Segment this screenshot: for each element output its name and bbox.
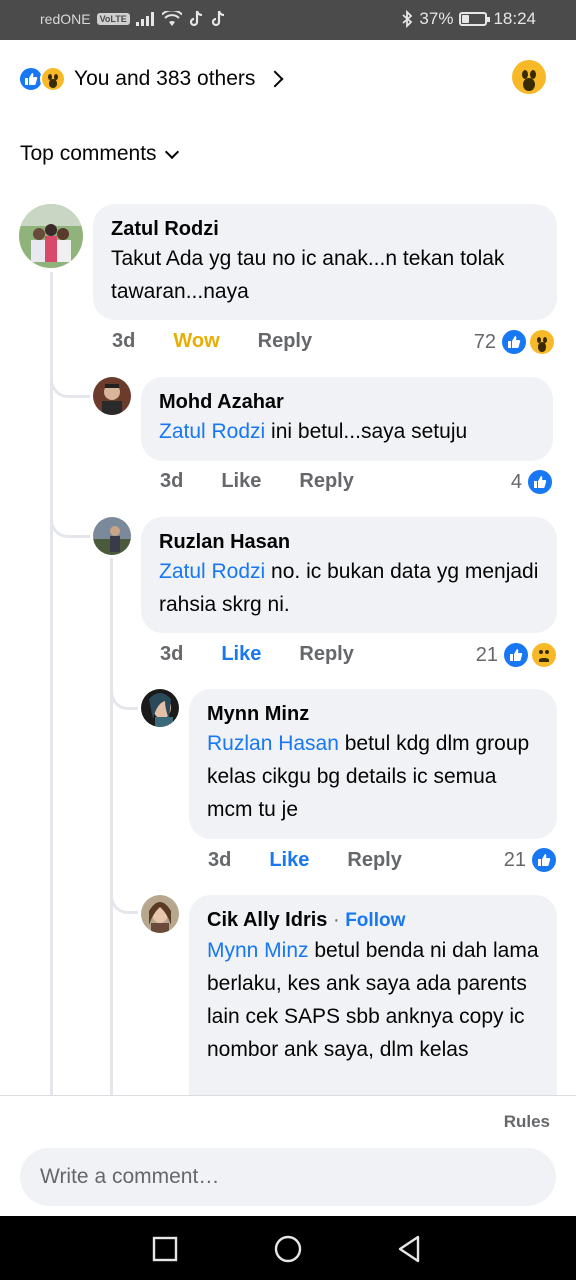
carrier-name: redONE <box>40 11 91 27</box>
recent-apps-icon[interactable] <box>152 1236 178 1262</box>
reaction-count-value: 21 <box>503 848 526 871</box>
rules-link[interactable]: Rules <box>504 1112 550 1132</box>
react-button[interactable]: Wow <box>173 330 219 353</box>
comment-actions: 3d Wow Reply <box>112 330 312 353</box>
thread-line-main <box>50 272 53 1095</box>
like-reaction-icon <box>530 846 558 874</box>
clock: 18:24 <box>493 9 536 28</box>
comment-actions: 3d Like Reply <box>208 849 402 872</box>
reply-button[interactable]: Reply <box>258 330 312 353</box>
follow-button[interactable]: Follow <box>345 910 405 931</box>
wow-reaction-icon <box>528 328 556 356</box>
comment-text: ini betul...saya setuju <box>265 420 468 443</box>
comment-author[interactable]: Ruzlan Hasan <box>159 529 539 555</box>
comment-input[interactable] <box>20 1148 556 1206</box>
reaction-count[interactable]: 21 <box>476 641 558 669</box>
reaction-icons <box>18 66 66 92</box>
comment-text: Takut Ada yg tau no ic anak...n tekan to… <box>111 247 505 303</box>
thread-connector <box>50 360 90 398</box>
mention-link[interactable]: Ruzlan Hasan <box>207 732 339 755</box>
reaction-count[interactable]: 4 <box>511 468 554 496</box>
avatar[interactable] <box>93 377 131 415</box>
reactions-count-label: You and 383 others <box>74 67 256 90</box>
chevron-down-icon <box>164 144 179 159</box>
status-right: 37% 18:24 <box>401 9 536 29</box>
reaction-count-value: 72 <box>473 330 496 353</box>
back-icon[interactable] <box>396 1234 422 1264</box>
sad-reaction-icon <box>530 641 558 669</box>
separator: · <box>327 909 346 931</box>
reply-button[interactable]: Reply <box>299 470 353 493</box>
mention-link[interactable]: Mynn Minz <box>207 939 309 962</box>
sort-label: Top comments <box>20 142 157 165</box>
comment-author[interactable]: Cik Ally Idris <box>207 909 327 931</box>
thread-connector <box>50 500 90 538</box>
like-reaction-icon <box>500 328 528 356</box>
battery-icon <box>459 12 491 26</box>
comment-author[interactable]: Zatul Rodzi <box>111 216 539 242</box>
tiktok-icon <box>189 10 202 27</box>
volte-badge: VoLTE <box>96 13 130 25</box>
like-button[interactable]: Like <box>269 849 309 872</box>
comment-time[interactable]: 3d <box>208 849 231 872</box>
comment-author[interactable]: Mohd Azahar <box>159 389 535 415</box>
sort-dropdown[interactable]: Top comments <box>20 142 179 166</box>
mention-link[interactable]: Zatul Rodzi <box>159 560 265 583</box>
avatar[interactable] <box>19 204 83 268</box>
comment-header: Cik Ally Idris · Follow <box>207 907 539 934</box>
thread-line-nested <box>110 558 113 1095</box>
comment-bubble[interactable]: Mynn Minz Ruzlan Hasan betul kdg dlm gro… <box>189 689 557 839</box>
comment-author[interactable]: Mynn Minz <box>207 701 539 727</box>
like-button[interactable]: Like <box>221 643 261 666</box>
system-nav-bar <box>0 1216 576 1280</box>
home-icon[interactable] <box>273 1234 303 1264</box>
comment-composer: Rules <box>0 1095 576 1216</box>
tiktok-icon <box>211 10 224 27</box>
avatar[interactable] <box>141 895 179 933</box>
signal-icon <box>135 12 154 26</box>
reactions-summary[interactable]: You and 383 others <box>18 60 558 96</box>
thread-connector <box>110 876 138 914</box>
comment-time[interactable]: 3d <box>160 470 183 493</box>
wow-reaction-icon <box>40 66 66 92</box>
avatar[interactable] <box>141 689 179 727</box>
comment-time[interactable]: 3d <box>160 643 183 666</box>
status-left: redONE VoLTE <box>40 10 226 28</box>
status-bar: redONE VoLTE 37% 18:24 <box>0 0 576 40</box>
like-button[interactable]: Like <box>221 470 261 493</box>
comment-actions: 3d Like Reply <box>160 470 354 493</box>
chevron-right-icon <box>266 70 284 88</box>
battery-fill <box>462 15 470 23</box>
comment-bubble[interactable]: Ruzlan Hasan Zatul Rodzi no. ic bukan da… <box>141 517 557 633</box>
wifi-icon <box>161 11 182 26</box>
thread-connector <box>110 672 138 710</box>
battery-percent: 37% <box>419 9 454 28</box>
mention-link[interactable]: Zatul Rodzi <box>159 420 265 443</box>
comment-bubble[interactable]: Mohd Azahar Zatul Rodzi ini betul...saya… <box>141 377 553 461</box>
like-reaction-icon <box>502 641 530 669</box>
reaction-count[interactable]: 72 <box>474 328 556 356</box>
like-reaction-icon <box>526 468 554 496</box>
comment-time[interactable]: 3d <box>112 330 135 353</box>
reply-button[interactable]: Reply <box>299 643 353 666</box>
avatar[interactable] <box>93 517 131 555</box>
comment-actions: 3d Like Reply <box>160 643 354 666</box>
reaction-count[interactable]: 21 <box>504 846 558 874</box>
comment-bubble[interactable]: Zatul Rodzi Takut Ada yg tau no ic anak.… <box>93 204 557 320</box>
wow-reaction-button-icon[interactable] <box>512 60 546 94</box>
reply-button[interactable]: Reply <box>347 849 401 872</box>
reaction-count-value: 21 <box>475 643 498 666</box>
bluetooth-icon <box>402 10 413 28</box>
reaction-count-value: 4 <box>510 470 522 493</box>
